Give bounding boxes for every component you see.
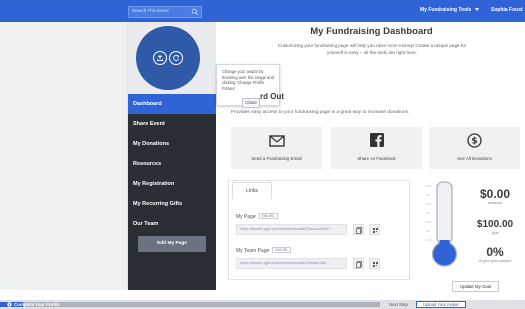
fundraising-tools-menu[interactable]: My Fundraising Tools — [420, 7, 471, 13]
upload-avatar-button[interactable]: Upload Your Avatar — [416, 301, 466, 308]
envelope-icon — [269, 135, 285, 147]
team-page-url-field[interactable]: https://secure.qgiv.com/event/webwalk22/… — [236, 258, 347, 269]
goal-label: goal — [491, 231, 499, 235]
send-email-card[interactable]: Send a Fundraising Email — [231, 127, 322, 169]
achieved-amount: $0.00 — [479, 187, 511, 201]
achieved-label: achieved — [487, 201, 503, 205]
user-menu[interactable]: Sophia Foust — [491, 7, 523, 13]
edit-team-page-url-button[interactable]: Edit URL — [272, 247, 292, 253]
send-email-label: Send a Fundraising Email — [251, 156, 302, 161]
qr-code-icon — [372, 261, 378, 267]
section-description: Provides easy access to your fundraising… — [231, 110, 410, 115]
info-icon — [7, 302, 12, 307]
next-step-text: Next Step — [389, 302, 408, 307]
refresh-icon[interactable] — [169, 51, 183, 65]
share-facebook-label: Share on Facebook — [357, 156, 396, 161]
team-page-field-label: My Team Page Edit URL — [236, 247, 292, 254]
goal-thermometer — [426, 181, 458, 267]
goal-percent: 0% — [486, 245, 504, 259]
my-page-label: My Page — [236, 214, 256, 220]
my-page-url-field[interactable]: https://secure.qgiv.com/event/webwalk22/… — [236, 224, 347, 235]
profile-progress-bar: Complete Your Profile Next Step Upload Y… — [0, 300, 525, 309]
section-heading: rd Out — [260, 92, 284, 101]
my-page-qr-button[interactable] — [369, 224, 380, 235]
sidebar-item-our-team[interactable]: Our Team — [128, 214, 216, 234]
sidebar-item-share-event[interactable]: Share Event — [128, 114, 216, 134]
copy-icon — [355, 226, 362, 234]
sidebar-item-resources[interactable]: Resources — [128, 154, 216, 174]
chevron-down-icon[interactable] — [475, 8, 479, 11]
avatar-area — [128, 22, 216, 94]
tooltip-close-button[interactable]: Close — [242, 98, 260, 108]
sidebar-item-my-donations[interactable]: My Donations — [128, 134, 216, 154]
sidebar-item-my-recurring-gifts[interactable]: My Recurring Gifts — [128, 194, 216, 214]
dollar-circle-icon: $ — [467, 133, 482, 148]
goal-amount: $100.00 — [476, 219, 514, 230]
copy-icon — [355, 260, 362, 268]
copy-team-page-url-button[interactable] — [353, 258, 364, 269]
page-gutter — [0, 22, 128, 290]
edit-my-page-url-button[interactable]: Edit URL — [258, 213, 278, 219]
share-facebook-card[interactable]: Share on Facebook — [331, 127, 422, 169]
sidebar-item-dashboard[interactable]: Dashboard — [128, 94, 216, 114]
top-bar: Search This Event My Fundraising Tools S… — [0, 0, 525, 22]
tooltip-text: Change your avatar by hovering over the … — [222, 69, 274, 91]
svg-text:$: $ — [471, 137, 477, 147]
progress-track: Complete Your Profile — [0, 302, 380, 307]
search-input[interactable]: Search This Event — [132, 8, 169, 13]
avatar[interactable] — [136, 26, 200, 90]
update-goal-button[interactable]: Update My Goal — [452, 281, 499, 292]
page-title: My Fundraising Dashboard — [310, 26, 433, 37]
team-page-qr-button[interactable] — [369, 258, 380, 269]
my-page-field-label: My Page Edit URL — [236, 213, 278, 220]
search-icon[interactable] — [191, 8, 199, 16]
edit-my-page-button[interactable]: Edit My Page — [138, 236, 206, 252]
team-page-label: My Team Page — [236, 248, 270, 254]
qr-code-icon — [372, 227, 378, 233]
facebook-icon — [370, 133, 384, 147]
search-box[interactable]: Search This Event — [128, 6, 202, 18]
upload-icon[interactable] — [153, 51, 167, 65]
see-donations-card[interactable]: $ See All Donations — [429, 127, 520, 169]
progress-label: Complete Your Profile — [14, 302, 60, 307]
sidebar-item-my-registration[interactable]: My Registration — [128, 174, 216, 194]
copy-my-page-url-button[interactable] — [353, 224, 364, 235]
tab-links[interactable]: Links — [232, 182, 272, 199]
goal-percent-label: of your goal reached — [478, 259, 512, 263]
sidebar: Dashboard Share Event My Donations Resou… — [128, 22, 216, 290]
page-subtitle: Customizing your fundraising page will h… — [277, 43, 467, 55]
see-donations-label: See All Donations — [457, 156, 492, 161]
